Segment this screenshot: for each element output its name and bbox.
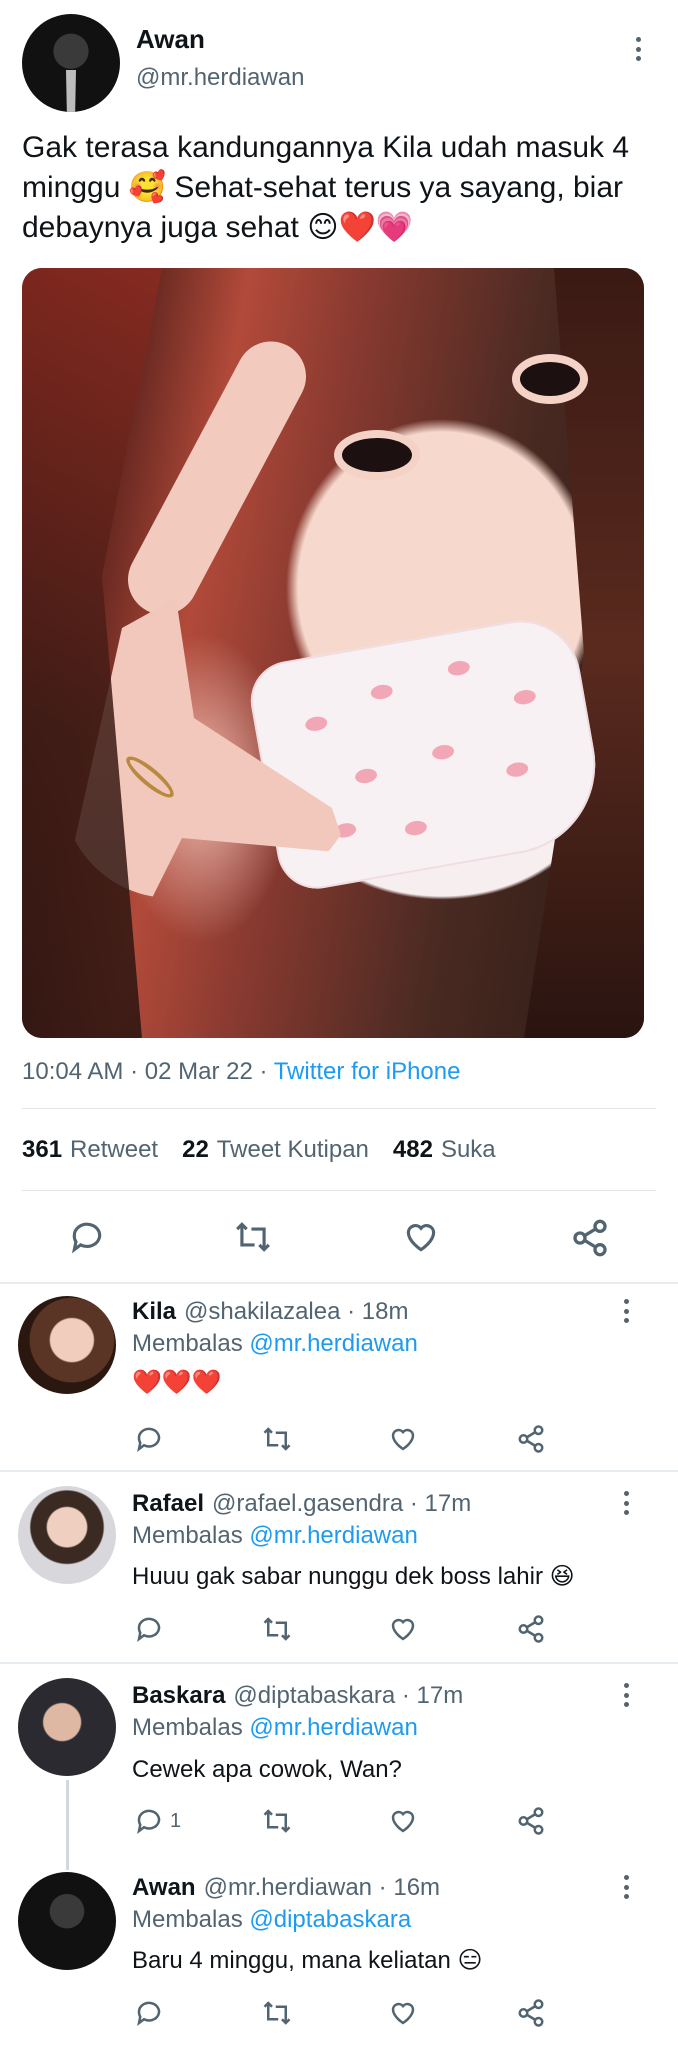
reply-time: 17m: [416, 1682, 464, 1709]
reply-text: ❤️❤️❤️: [132, 1369, 222, 1396]
reply-header: Rafael @rafael.gasendra · 17m: [132, 1490, 472, 1517]
more-icon[interactable]: [614, 1680, 638, 1710]
avatar[interactable]: [18, 1486, 116, 1584]
heart-icon[interactable]: [388, 1614, 418, 1644]
reply-text: Cewek apa cowok, Wan?: [132, 1756, 402, 1783]
like-stat[interactable]: 482 Suka: [393, 1136, 496, 1164]
more-icon[interactable]: [614, 1872, 638, 1902]
reply-time: 16m: [393, 1874, 441, 1901]
retweet-icon[interactable]: [232, 1218, 274, 1256]
reply-author-handle[interactable]: @rafael.gasendra: [212, 1490, 403, 1517]
replying-to: Membalas @mr.herdiawan: [132, 1522, 418, 1549]
tweet-photo[interactable]: [22, 268, 644, 1038]
replying-to: Membalas @diptabaskara: [132, 1906, 412, 1933]
divider: [22, 1190, 656, 1191]
reply-header: Baskara @diptabaskara · 17m: [132, 1682, 464, 1709]
divider: [22, 1108, 656, 1109]
reply-author-handle[interactable]: @diptabaskara: [233, 1682, 395, 1709]
tweet-source-link[interactable]: Twitter for iPhone: [274, 1058, 461, 1085]
reply-author-name[interactable]: Kila: [132, 1298, 176, 1325]
avatar[interactable]: [18, 1872, 116, 1970]
tweet-text: Gak terasa kandungannya Kila udah masuk …: [22, 131, 630, 244]
replying-to: Membalas @mr.herdiawan: [132, 1330, 418, 1357]
quote-stat[interactable]: 22 Tweet Kutipan: [182, 1136, 369, 1164]
share-icon[interactable]: [570, 1218, 610, 1258]
mention-link[interactable]: @mr.herdiawan: [249, 1330, 417, 1357]
author-name[interactable]: Awan: [136, 24, 205, 55]
mention-link[interactable]: @diptabaskara: [249, 1906, 411, 1933]
reply-author-handle[interactable]: @shakilazalea: [184, 1298, 340, 1325]
share-icon[interactable]: [516, 1614, 546, 1644]
reply-header: Awan @mr.herdiawan · 16m: [132, 1874, 441, 1901]
section-separator: [0, 1470, 678, 1472]
reply-author-name[interactable]: Baskara: [132, 1682, 225, 1709]
tweet-date: 02 Mar 22: [144, 1058, 253, 1085]
mention-link[interactable]: @mr.herdiawan: [249, 1714, 417, 1741]
author-avatar[interactable]: [22, 14, 120, 112]
heart-icon[interactable]: [402, 1218, 440, 1256]
reply-icon[interactable]: [68, 1218, 106, 1256]
retweet-icon[interactable]: [260, 1998, 294, 2028]
reply-time: 17m: [424, 1490, 472, 1517]
reply-time: 18m: [361, 1298, 409, 1325]
reply-count: 1: [170, 1809, 182, 1832]
more-icon[interactable]: [614, 1296, 638, 1326]
heart-icon[interactable]: [388, 1424, 418, 1454]
reply-author-handle[interactable]: @mr.herdiawan: [204, 1874, 372, 1901]
reply-header: Kila @shakilazalea · 18m: [132, 1298, 409, 1325]
share-icon[interactable]: [516, 1806, 546, 1836]
section-separator: [0, 1662, 678, 1664]
reply-icon[interactable]: 1: [134, 1806, 181, 1836]
more-icon[interactable]: [614, 1488, 638, 1518]
retweet-icon[interactable]: [260, 1806, 294, 1836]
author-handle[interactable]: @mr.herdiawan: [136, 64, 304, 92]
reply-author-name[interactable]: Awan: [132, 1874, 196, 1901]
reply-icon[interactable]: [134, 1614, 164, 1644]
heart-icon[interactable]: [388, 1998, 418, 2028]
tweet-meta: 10:04 AM · 02 Mar 22 · Twitter for iPhon…: [22, 1058, 461, 1085]
more-icon[interactable]: [626, 34, 650, 64]
thread-line: [66, 1780, 69, 1870]
heart-icon[interactable]: [388, 1806, 418, 1836]
avatar[interactable]: [18, 1296, 116, 1394]
share-icon[interactable]: [516, 1998, 546, 2028]
reply-icon[interactable]: [134, 1424, 164, 1454]
mention-link[interactable]: @mr.herdiawan: [249, 1522, 417, 1549]
reply-author-name[interactable]: Rafael: [132, 1490, 204, 1517]
replying-to: Membalas @mr.herdiawan: [132, 1714, 418, 1741]
retweet-stat[interactable]: 361 Retweet: [22, 1136, 158, 1164]
retweet-icon[interactable]: [260, 1614, 294, 1644]
reply-icon[interactable]: [134, 1998, 164, 2028]
reply-text: Baru 4 minggu, mana keliatan 😑: [132, 1947, 483, 1974]
tweet-time: 10:04 AM: [22, 1058, 124, 1085]
avatar[interactable]: [18, 1678, 116, 1776]
retweet-icon[interactable]: [260, 1424, 294, 1454]
section-separator: [0, 1282, 678, 1284]
share-icon[interactable]: [516, 1424, 546, 1454]
tweet-stats: 361 Retweet 22 Tweet Kutipan 482 Suka: [22, 1136, 496, 1164]
reply-text: Huuu gak sabar nunggu dek boss lahir 😆: [132, 1563, 575, 1590]
